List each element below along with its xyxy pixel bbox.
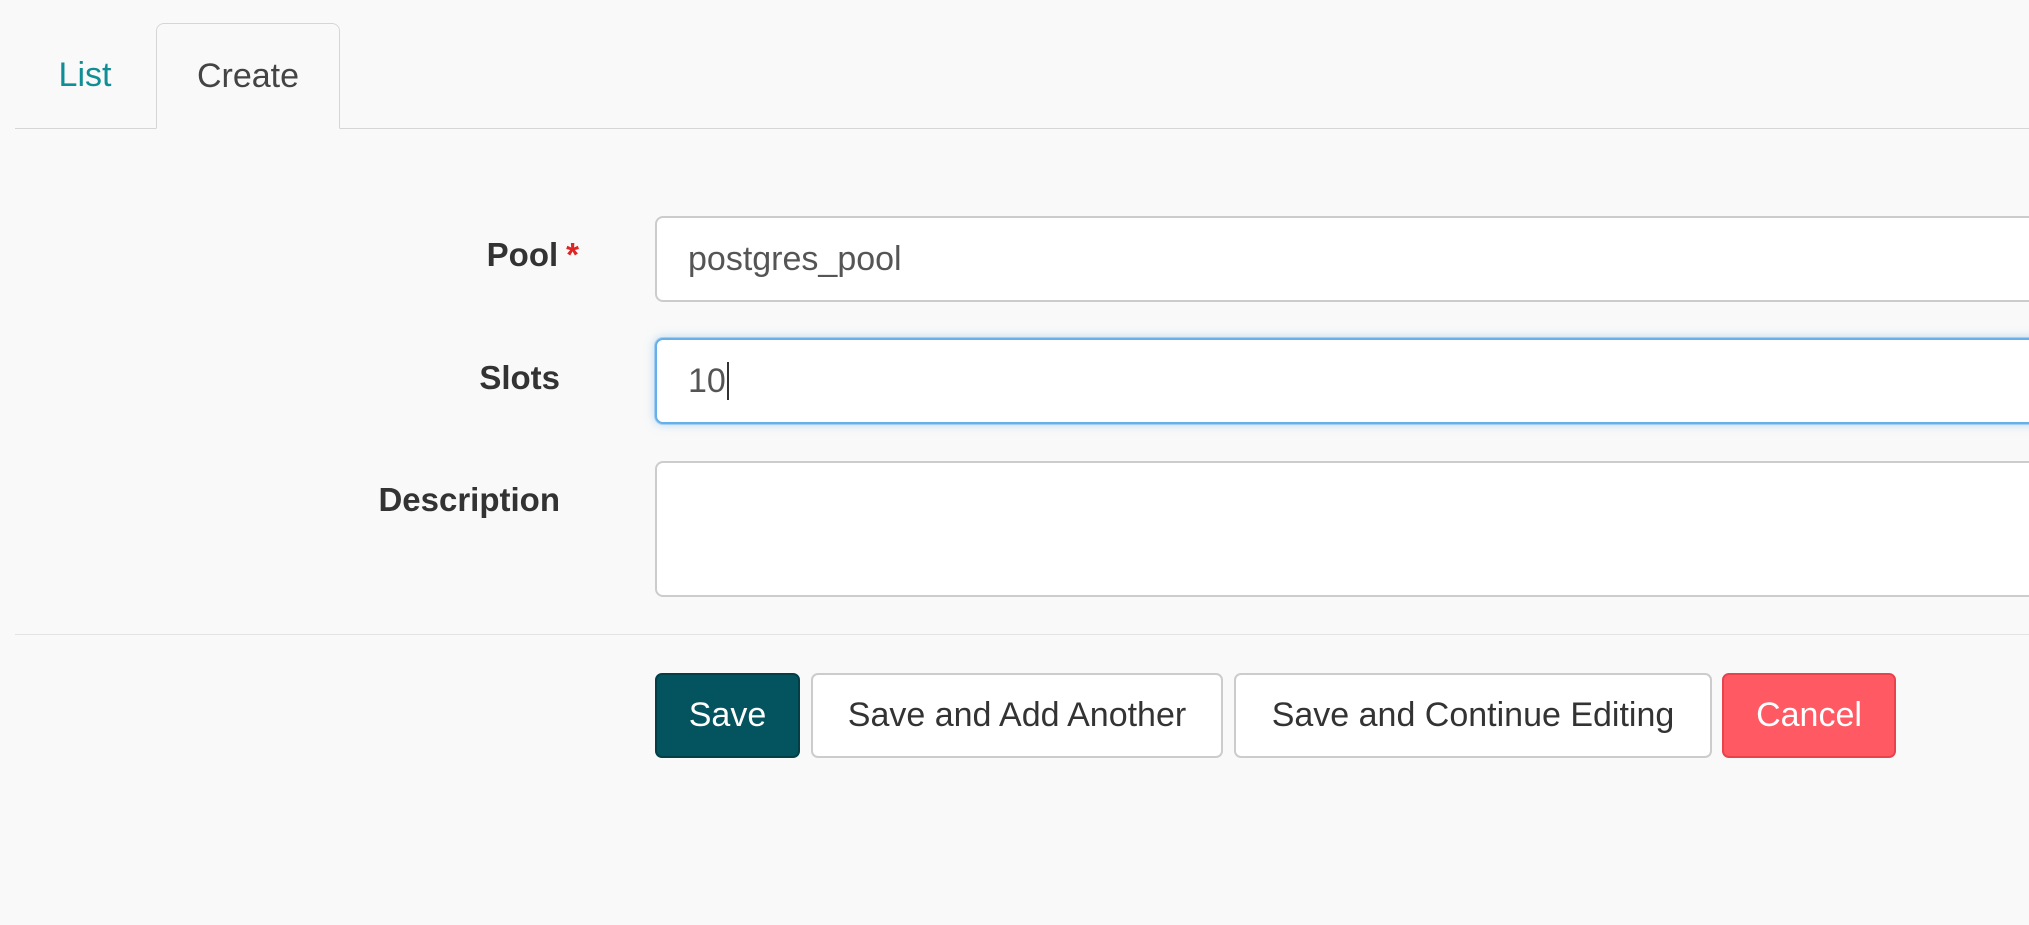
form-divider — [15, 634, 2029, 635]
pool-input-value: postgres_pool — [688, 239, 902, 278]
tab-create-label: Create — [196, 56, 300, 95]
description-label-text: Description — [378, 481, 560, 518]
pool-label: Pool * — [0, 236, 579, 274]
required-marker: * — [566, 236, 579, 273]
cancel-button-label: Cancel — [1756, 696, 1862, 734]
save-and-add-another-label: Save and Add Another — [847, 696, 1187, 734]
save-and-continue-editing-label: Save and Continue Editing — [1271, 696, 1675, 734]
save-and-continue-editing-button[interactable]: Save and Continue Editing — [1234, 673, 1712, 758]
pool-label-text: Pool — [486, 236, 559, 273]
tab-bar: List Create — [15, 0, 2029, 129]
text-cursor — [726, 362, 729, 400]
tab-list[interactable]: List — [15, 23, 155, 127]
save-button-label: Save — [688, 696, 767, 734]
pool-input[interactable]: postgres_pool — [655, 216, 2029, 302]
description-textarea[interactable] — [655, 461, 2029, 597]
slots-input-value: 10 — [688, 361, 726, 400]
slots-label: Slots — [0, 359, 560, 397]
slots-input[interactable]: 10 — [655, 338, 2029, 424]
tab-create[interactable]: Create — [156, 23, 340, 129]
save-and-add-another-button[interactable]: Save and Add Another — [811, 673, 1223, 758]
slots-label-text: Slots — [479, 359, 560, 396]
save-button[interactable]: Save — [655, 673, 800, 758]
description-label: Description — [0, 481, 560, 519]
tab-list-label: List — [58, 55, 112, 94]
cancel-button[interactable]: Cancel — [1722, 673, 1896, 758]
